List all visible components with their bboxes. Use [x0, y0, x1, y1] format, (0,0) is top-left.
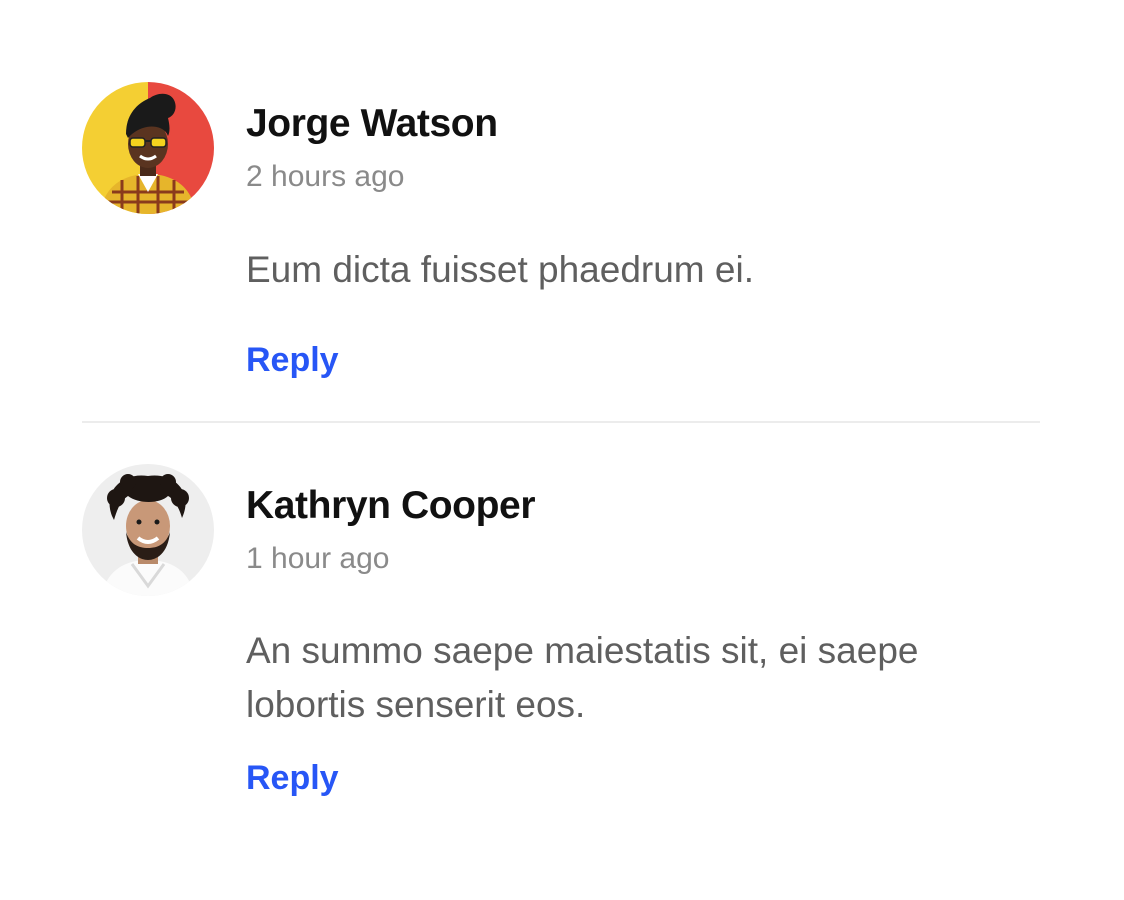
comment-author: Kathryn Cooper — [246, 484, 536, 527]
comment-author: Jorge Watson — [246, 102, 498, 145]
comment-timestamp: 1 hour ago — [246, 542, 390, 575]
avatar-photo-icon — [82, 82, 214, 214]
reply-button[interactable]: Reply — [246, 761, 339, 795]
comment-timestamp: 2 hours ago — [246, 160, 405, 193]
comment-text: An summo saepe maiestatis sit, ei saepe … — [246, 630, 919, 725]
avatar[interactable] — [82, 82, 214, 214]
comment-text: Eum dicta fuisset phaedrum ei. — [246, 249, 754, 290]
reply-button[interactable]: Reply — [246, 343, 339, 377]
avatar[interactable] — [82, 464, 214, 596]
divider — [82, 421, 1040, 423]
avatar-photo-icon — [82, 464, 214, 596]
